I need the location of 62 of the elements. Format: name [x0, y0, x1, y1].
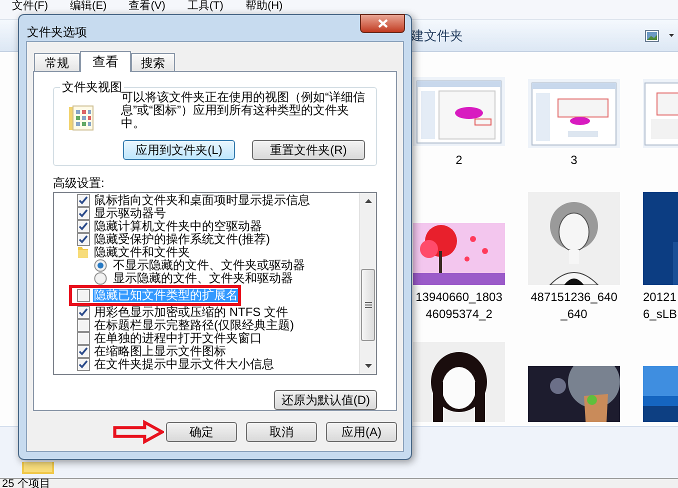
- file-name[interactable]: 2: [456, 152, 462, 169]
- view-icon[interactable]: [645, 30, 659, 42]
- folder-icon: [22, 462, 54, 474]
- file-name[interactable]: 487151236_640: [530, 289, 618, 306]
- setting-label[interactable]: 用彩色显示加密或压缩的 NTFS 文件: [93, 306, 289, 319]
- setting-label[interactable]: 在标题栏显示完整路径(仅限经典主题): [93, 318, 295, 332]
- ok-button[interactable]: 确定: [166, 422, 237, 442]
- setting-label[interactable]: 隐藏受保护的操作系统文件(推荐): [93, 232, 271, 246]
- restore-defaults-button[interactable]: 还原为默认值(D): [274, 390, 377, 410]
- menu-item[interactable]: 工具(T): [187, 0, 224, 12]
- description-text: 可以将该文件夹正在使用的视图（例如“详细信息”或“图标”）应用到所有这种类型的文件夹中。: [121, 91, 366, 130]
- folder-view-icon: [67, 104, 95, 132]
- setting-label[interactable]: 在文件夹提示中显示文件大小信息: [93, 358, 275, 371]
- setting-label[interactable]: 隐藏计算机文件夹中的空驱动器: [93, 220, 263, 233]
- window-title: 文件夹选项: [27, 24, 87, 41]
- checkbox[interactable]: [77, 306, 90, 319]
- checkbox[interactable]: [77, 206, 90, 220]
- close-button[interactable]: [360, 14, 405, 33]
- close-icon: [378, 19, 388, 28]
- folder-icon: [77, 246, 89, 259]
- menu-item[interactable]: 查看(V): [128, 0, 166, 12]
- menu-item[interactable]: 帮助(H): [245, 0, 283, 12]
- file-name[interactable]: 46095374_2: [426, 306, 492, 323]
- checkbox[interactable]: [77, 232, 90, 246]
- checkbox[interactable]: [77, 288, 90, 302]
- setting-label[interactable]: 在缩略图上显示文件图标: [93, 344, 227, 358]
- file-name[interactable]: _640: [560, 306, 588, 323]
- setting-label[interactable]: 显示驱动器号: [93, 206, 167, 220]
- menu-item[interactable]: 文件(F): [12, 0, 48, 12]
- menu-item[interactable]: 编辑(E): [70, 0, 107, 12]
- arrow-drawing: [113, 419, 164, 445]
- cancel-button[interactable]: 取消: [246, 422, 317, 442]
- checkbox[interactable]: [77, 358, 90, 371]
- grip-icon: [364, 302, 372, 308]
- tab[interactable]: 搜索: [131, 53, 175, 71]
- reset-button[interactable]: 重置文件夹(R): [252, 140, 365, 160]
- new-folder-button[interactable]: 建文件夹: [411, 26, 463, 46]
- checkbox[interactable]: [77, 194, 90, 207]
- section-label: 高级设置:: [53, 176, 104, 190]
- tab[interactable]: 常规: [34, 53, 80, 71]
- scrollbar-thumb[interactable]: [361, 268, 375, 341]
- file-name[interactable]: 13940660_1803: [416, 289, 502, 306]
- radio-button[interactable]: [94, 272, 107, 285]
- tab[interactable]: 查看: [80, 51, 131, 72]
- file-name[interactable]: 6_sLB.: [643, 306, 678, 323]
- file-name[interactable]: 3: [570, 152, 578, 169]
- file-name[interactable]: 20121: [643, 289, 676, 306]
- setting-label[interactable]: 在单独的进程中打开文件夹窗口: [93, 332, 263, 345]
- checkbox[interactable]: [77, 344, 90, 358]
- checkbox[interactable]: [77, 220, 90, 233]
- caret-icon[interactable]: [669, 34, 674, 37]
- scroll-down-icon[interactable]: [364, 364, 372, 368]
- scroll-up-icon[interactable]: [364, 198, 372, 203]
- radio-button[interactable]: [94, 258, 107, 272]
- setting-label[interactable]: 显示隐藏的文件、文件夹和驱动器: [112, 272, 294, 285]
- setting-label[interactable]: 隐藏文件和文件夹: [93, 246, 191, 259]
- apply-button[interactable]: 应用(A): [326, 422, 397, 442]
- setting-label[interactable]: 鼠标指向文件夹和桌面项时显示提示信息: [93, 194, 311, 207]
- checkbox[interactable]: [77, 332, 90, 345]
- apply-button[interactable]: 应用到文件夹(L): [123, 140, 235, 160]
- checkbox[interactable]: [77, 318, 90, 332]
- setting-label[interactable]: 不显示隐藏的文件、文件夹或驱动器: [112, 258, 306, 272]
